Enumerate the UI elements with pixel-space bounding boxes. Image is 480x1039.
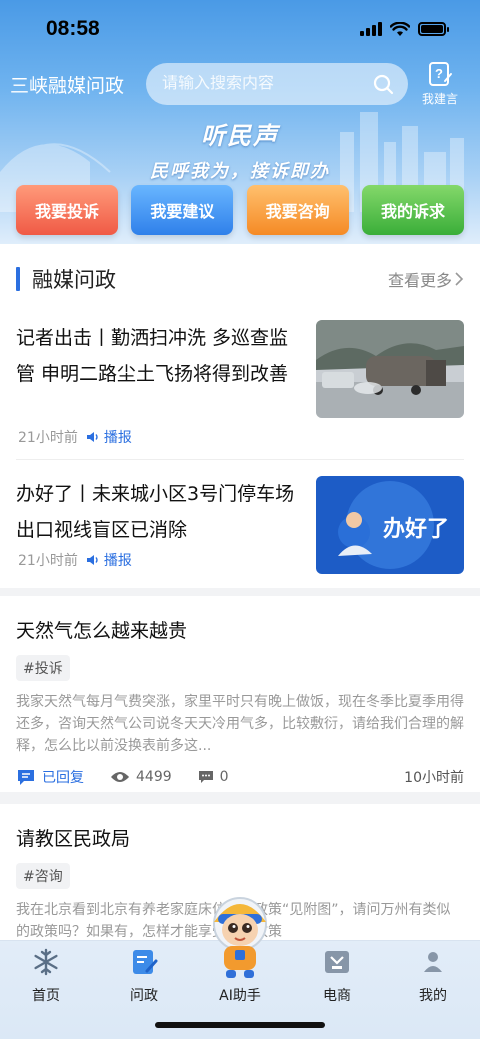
svg-text:?: ? (435, 66, 443, 81)
consult-button[interactable]: 我要咨询 (246, 185, 349, 235)
section-header: 融媒问政 查看更多 (16, 264, 464, 294)
search-input[interactable] (162, 75, 372, 93)
media-section: 融媒问政 查看更多 记者出击丨勤洒扫冲洗 多巡查监管 申明二路尘土飞扬将得到改善… (0, 244, 480, 588)
eye-icon (111, 772, 129, 782)
battery-icon (418, 22, 449, 36)
chevron-right-icon (455, 272, 464, 286)
tab-label: 问政 (130, 988, 158, 1004)
post-tag[interactable]: #投诉 (16, 655, 70, 681)
view-count: 4499 (110, 769, 172, 785)
tab-label: AI助手 (219, 988, 261, 1004)
complaint-button[interactable]: 我要投诉 (16, 185, 118, 235)
suggest-label: 我建言 (422, 92, 459, 106)
search-box[interactable] (146, 63, 408, 105)
speaker-icon (86, 555, 98, 565)
view-count-value: 4499 (136, 769, 172, 785)
view-more-link[interactable]: 查看更多 (388, 267, 464, 291)
post-tag[interactable]: #咨询 (16, 863, 70, 889)
search-icon[interactable] (372, 73, 394, 95)
top-row: 三峡融媒问政 ? 我建言 (0, 62, 480, 106)
news-item[interactable]: 办好了丨未来城小区3号门停车场出口视线盲区已消除 21小时前 播报 办好了 (16, 476, 464, 576)
news-time: 21小时前 (18, 430, 78, 446)
section-title: 融媒问政 (32, 268, 116, 292)
comment-icon (198, 771, 213, 783)
tab-label: 首页 (32, 988, 60, 1004)
play-label: 播报 (103, 430, 132, 446)
post-title: 天然气怎么越来越贵 (16, 620, 188, 642)
post-footer: 已回复 4499 0 10小时前 (16, 767, 464, 787)
section-title-wrap: 融媒问政 (16, 264, 116, 294)
status-bar: 08:58 (0, 0, 480, 58)
banner: 听民声 民呼我为，接诉即办 (0, 116, 480, 183)
news-time: 21小时前 (18, 553, 78, 569)
tab-mine[interactable]: 我的 (393, 947, 473, 1005)
news-text: 办好了丨未来城小区3号门停车场出口视线盲区已消除 21小时前 播报 (16, 476, 296, 576)
status-icons (360, 21, 449, 37)
suggest-button[interactable]: ? 我建言 (422, 61, 458, 107)
snowflake-icon (34, 948, 58, 976)
thumb-caption: 办好了 (383, 516, 449, 542)
suggestion-icon: ? (429, 62, 452, 86)
status-time: 08:58 (46, 17, 100, 40)
quick-actions: 我要投诉 我要建议 我要咨询 我的诉求 (16, 185, 464, 235)
news-meta: 21小时前 播报 (18, 427, 132, 447)
hero-header: 08:58 三峡融媒问政 ? (0, 0, 480, 252)
reply-label: 已回复 (42, 770, 84, 786)
post-title: 请教区民政局 (16, 828, 131, 850)
post-card[interactable]: 天然气怎么越来越贵 #投诉 我家天然气每月气费突涨，家里平时只有晚上做饭，现在冬… (0, 596, 480, 792)
section-accent-bar (16, 267, 20, 291)
news-meta: 21小时前 播报 (18, 550, 132, 570)
post-time: 10小时前 (404, 770, 464, 786)
tab-home[interactable]: 首页 (6, 947, 86, 1005)
play-label: 播报 (103, 553, 132, 569)
signal-icon (360, 22, 382, 36)
news-thumbnail-done: 办好了 (316, 476, 464, 574)
reply-icon (18, 770, 34, 785)
comment-count-value: 0 (219, 769, 229, 785)
tab-label: 电商 (323, 988, 351, 1004)
news-title: 办好了丨未来城小区3号门停车场出口视线盲区已消除 (16, 483, 295, 541)
shop-icon (325, 951, 349, 973)
post-body: 我家天然气每月气费突涨，家里平时只有晚上做饭，现在冬季比夏季用得还多，咨询天然气… (16, 694, 464, 754)
news-item[interactable]: 记者出击丨勤洒扫冲洗 多巡查监管 申明二路尘土飞扬将得到改善 21小时前 播报 (16, 320, 464, 460)
tab-label: 我的 (419, 988, 447, 1004)
tab-wenzheng[interactable]: 问政 (104, 947, 184, 1005)
suggestion-button[interactable]: 我要建议 (131, 185, 234, 235)
reply-status: 已回复 (16, 767, 84, 787)
play-audio-button[interactable]: 播报 (86, 427, 132, 447)
banner-title: 听民声 (201, 121, 279, 150)
news-title: 记者出击丨勤洒扫冲洗 多巡查监管 申明二路尘土飞扬将得到改善 (16, 327, 289, 385)
app-title: 三峡融媒问政 (10, 74, 125, 97)
edit-note-icon (133, 950, 158, 974)
play-audio-button[interactable]: 播报 (86, 550, 132, 570)
view-more-label: 查看更多 (387, 271, 452, 290)
my-requests-button[interactable]: 我的诉求 (361, 185, 464, 235)
news-text: 记者出击丨勤洒扫冲洗 多巡查监管 申明二路尘土飞扬将得到改善 21小时前 播报 (16, 320, 296, 459)
robot-avatar-icon[interactable] (204, 892, 276, 980)
wifi-icon (390, 21, 410, 36)
comment-count[interactable]: 0 (198, 769, 229, 785)
news-thumbnail-truck (316, 320, 464, 418)
tab-shop[interactable]: 电商 (297, 947, 377, 1005)
banner-subtitle: 民呼我为，接诉即办 (150, 161, 330, 182)
user-icon (424, 952, 442, 972)
home-indicator (155, 1022, 325, 1028)
speaker-icon (86, 432, 98, 442)
